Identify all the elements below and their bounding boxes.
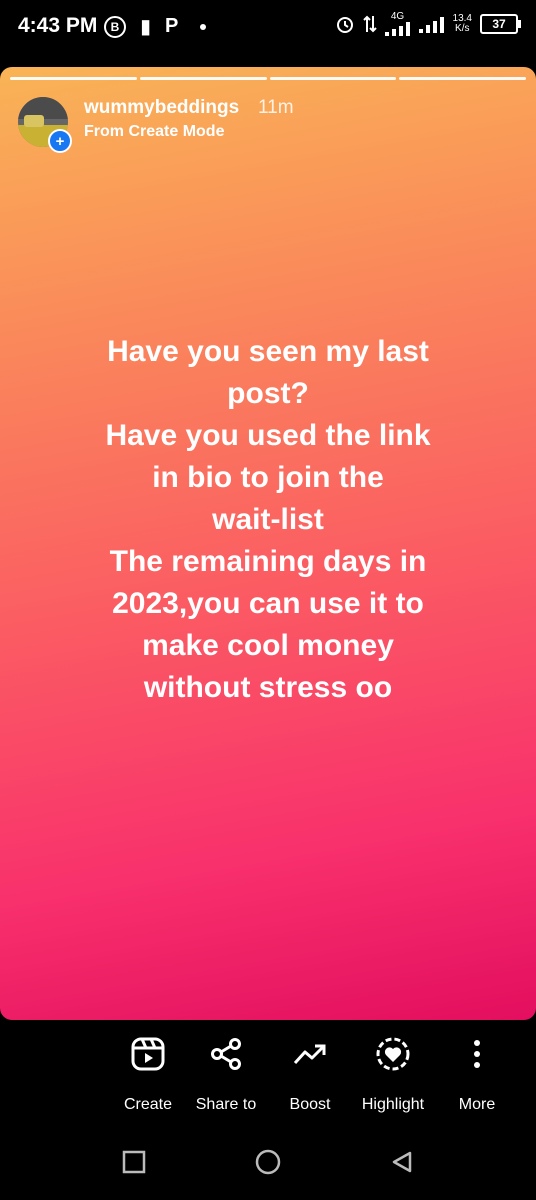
highlight-heart-icon — [376, 1037, 410, 1071]
recent-apps-icon[interactable] — [122, 1150, 146, 1174]
status-time: 4:43 PM — [18, 14, 98, 37]
create-label: Create — [123, 1096, 173, 1113]
pay-icon: ▮ — [140, 16, 152, 38]
b-circle-icon: B — [104, 15, 126, 38]
more-vertical-icon — [474, 1040, 480, 1068]
alarm-icon — [336, 17, 353, 33]
add-story-icon[interactable]: + — [48, 129, 72, 153]
story-time-ago: 11m — [258, 97, 294, 118]
progress-segment — [399, 77, 526, 80]
system-nav-bar — [0, 1130, 536, 1200]
share-icon — [211, 1038, 241, 1070]
create-button[interactable]: Create — [103, 1030, 193, 1114]
progress-segment — [10, 77, 137, 80]
share-to-label: Share to — [195, 1096, 257, 1113]
more-label: More — [458, 1096, 496, 1113]
trending-up-icon — [293, 1044, 326, 1065]
story-viewer[interactable]: + wummybeddings 11m From Create Mode Hav… — [0, 67, 536, 1020]
boost-label: Boost — [289, 1096, 331, 1113]
notification-icons: B ▮ P — [104, 14, 207, 39]
home-icon[interactable] — [254, 1148, 282, 1176]
share-to-button[interactable]: Share to — [181, 1030, 271, 1114]
highlight-button[interactable]: Highlight — [348, 1030, 438, 1114]
status-bar: 4:43 PM B ▮ P 4G 13.4 K/s 37 — [0, 0, 536, 60]
signal-icon — [384, 22, 410, 36]
system-icons: 4G 13.4 K/s 37 — [335, 12, 521, 36]
boost-button[interactable]: Boost — [265, 1030, 355, 1114]
story-subtitle[interactable]: From Create Mode — [84, 123, 224, 141]
story-text: Have you seen my last post? Have you use… — [105, 335, 431, 704]
story-progress — [10, 77, 526, 80]
data-arrows-icon — [362, 15, 377, 33]
story-username[interactable]: wummybeddings — [84, 97, 239, 119]
p-icon: P — [165, 15, 179, 37]
signal-4g: 4G — [384, 12, 411, 36]
signal-2-icon — [418, 17, 444, 33]
profile-avatar[interactable]: + — [18, 97, 72, 153]
story-actions-bar: Create Share to Boost Highlight More — [0, 1030, 536, 1130]
progress-segment — [269, 77, 397, 80]
highlight-label: Highlight — [361, 1096, 425, 1113]
more-button[interactable]: More — [432, 1030, 522, 1114]
progress-segment — [139, 77, 267, 80]
back-icon[interactable] — [390, 1150, 414, 1174]
network-speed: 13.4 K/s — [452, 13, 472, 34]
reels-icon — [131, 1037, 165, 1071]
dot-icon — [200, 23, 207, 30]
battery-icon: 37 — [480, 14, 521, 34]
